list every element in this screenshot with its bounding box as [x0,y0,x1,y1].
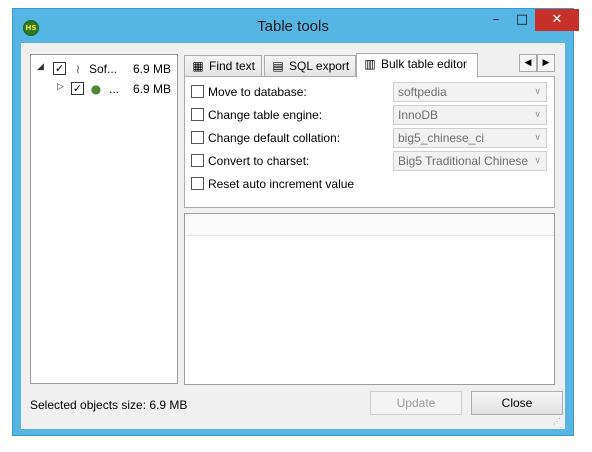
tree-item-database[interactable]: ▷ ✓ ● ... 6.9 MB [31,79,177,99]
scroll-left-icon: ◀ [524,58,532,68]
reset-auto-increment-checkbox[interactable] [191,177,204,190]
chevron-down-icon: ∨ [534,133,541,143]
collapsed-arrow-icon[interactable]: ▷ [57,82,64,92]
option-move-to-database[interactable]: Move to database: [191,82,391,102]
option-label: Change default collation: [208,131,341,145]
select-value: Big5 Traditional Chinese [398,154,529,168]
selected-size-status: Selected objects size: 6.9 MB [30,398,188,412]
results-header [185,214,554,236]
select-value: big5_chinese_ci [398,131,485,145]
maximize-button[interactable]: □ [509,9,535,31]
bulk-editor-panel: Move to database: softpedia ∨ Change tab… [184,76,555,208]
option-label: Convert to charset: [208,154,310,168]
close-window-button[interactable]: ✕ [535,9,579,31]
object-tree[interactable]: ◢ ✓ ≀ Sof... 6.9 MB ▷ ✓ ● ... 6.9 MB [30,54,178,384]
tree-item-label: Sof... [89,62,118,76]
chevron-down-icon: ∨ [534,156,541,166]
option-change-default-collation[interactable]: Change default collation: [191,128,391,148]
maximize-icon: □ [515,12,529,27]
select-value: InnoDB [398,108,439,122]
minimize-icon: – [492,12,500,27]
server-connection-icon: ≀ [75,62,81,76]
tool-tabs: ▦ Find text ▤ SQL export ▥ Bulk table ed… [184,53,555,78]
bulk-edit-icon: ▥ [364,57,376,71]
chevron-down-icon: ∨ [534,110,541,120]
database-select[interactable]: softpedia ∨ [393,82,547,102]
option-label: Reset auto increment value [208,177,355,191]
tab-sql-export[interactable]: ▤ SQL export [264,55,356,77]
tab-bulk-table-editor[interactable]: ▥ Bulk table editor [356,53,478,78]
tree-item-checkbox[interactable]: ✓ [53,62,66,75]
option-label: Move to database: [208,85,307,99]
results-grid[interactable] [184,213,555,385]
tree-item-server[interactable]: ◢ ✓ ≀ Sof... 6.9 MB [31,59,177,79]
find-icon: ▦ [192,59,204,73]
engine-select[interactable]: InnoDB ∨ [393,105,547,125]
chevron-down-icon: ∨ [534,87,541,97]
tree-item-size: 6.9 MB [132,62,171,76]
tree-item-size: 6.9 MB [132,82,171,96]
tab-find-text[interactable]: ▦ Find text [184,55,262,77]
minimize-button[interactable]: – [483,9,509,31]
move-to-database-checkbox[interactable] [191,85,204,98]
sql-export-icon: ▤ [272,59,284,73]
update-button[interactable]: Update [370,391,462,415]
tab-label: SQL export [289,59,350,73]
title-bar[interactable]: HS Table tools – □ ✕ [13,9,579,43]
resize-grip-icon[interactable]: ⋰ [553,417,563,427]
option-convert-to-charset[interactable]: Convert to charset: [191,151,391,171]
scroll-right-icon: ▶ [542,58,550,68]
scroll-left-button[interactable]: ◀ [519,54,537,72]
close-icon: ✕ [551,12,563,27]
collation-select[interactable]: big5_chinese_ci ∨ [393,128,547,148]
tab-scroll-arrows: ◀ ▶ [519,54,555,72]
option-label: Change table engine: [208,108,323,122]
tab-label: Bulk table editor [381,57,468,71]
table-tools-window: HS Table tools – □ ✕ ◢ ✓ ≀ Sof... 6.9 MB… [12,8,579,436]
tab-label: Find text [209,59,256,73]
change-engine-checkbox[interactable] [191,108,204,121]
select-value: softpedia [398,85,447,99]
expanded-arrow-icon[interactable]: ◢ [37,62,44,72]
scroll-right-button[interactable]: ▶ [537,54,555,72]
dialog-body: ◢ ✓ ≀ Sof... 6.9 MB ▷ ✓ ● ... 6.9 MB ▦ F… [21,43,565,429]
tree-item-checkbox[interactable]: ✓ [71,82,84,95]
convert-charset-checkbox[interactable] [191,154,204,167]
option-reset-auto-increment[interactable]: Reset auto increment value [191,174,421,194]
change-collation-checkbox[interactable] [191,131,204,144]
tree-item-label: ... [109,82,120,96]
database-icon: ● [90,82,102,96]
charset-select[interactable]: Big5 Traditional Chinese ∨ [393,151,547,171]
close-button[interactable]: Close [471,391,563,415]
option-change-table-engine[interactable]: Change table engine: [191,105,391,125]
